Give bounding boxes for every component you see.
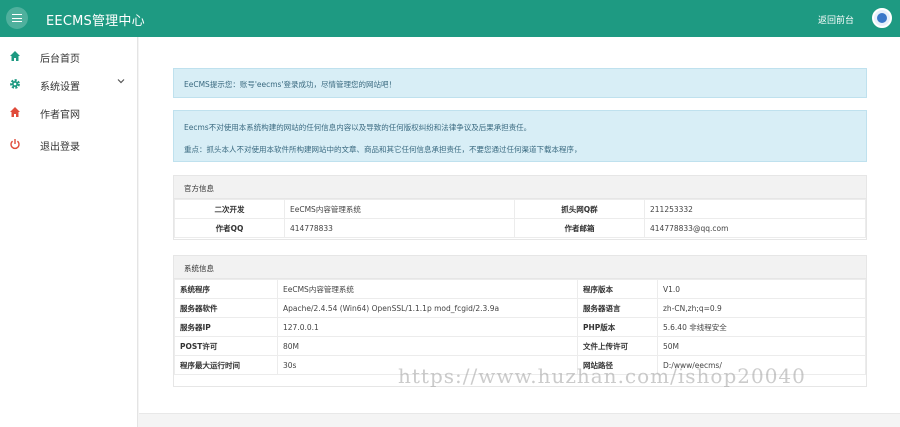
gear-icon [9,78,21,90]
sidebar-item-label: 系统设置 [40,82,80,93]
table-value: 414778833 [284,218,515,238]
sidebar-item-label: 后台首页 [40,54,80,65]
table-key: 服务器语言 [577,298,658,318]
menu-toggle-button[interactable] [6,7,28,29]
table-value: 414778833@qq.com [644,218,866,238]
app-title: EECMS管理中心 [46,14,145,29]
panel-title: 系统信息 [174,256,866,279]
system-info-table: 系统程序 EeCMS内容管理系统 程序版本 V1.0 服务器软件 Apache/… [174,279,866,375]
table-row: 服务器IP 127.0.0.1 PHP版本 5.6.40 非线程安全 [174,317,866,337]
disclaimer-line: 重点：抓头本人不对使用本软件所构建网站中的文章、商品和其它任何信息承担责任，不要… [184,145,582,154]
table-value: V1.0 [657,279,866,299]
table-value: 211253332 [644,199,866,219]
table-key: 服务器IP [174,317,278,337]
sidebar-item-author-site[interactable]: 作者官网 [0,102,138,122]
table-row: 系统程序 EeCMS内容管理系统 程序版本 V1.0 [174,279,866,299]
table-row: POST许可 80M 文件上传许可 50M [174,336,866,356]
avatar[interactable] [872,8,892,28]
home-icon [9,50,21,62]
table-value: EeCMS内容管理系统 [284,199,515,219]
official-info-table: 二次开发 EeCMS内容管理系统 抓头网Q群 211253332 作者QQ 41… [174,199,866,238]
panel-title: 官方信息 [174,176,866,199]
table-value: EeCMS内容管理系统 [277,279,578,299]
table-key: 程序版本 [577,279,658,299]
welcome-alert: EeCMS提示您：账号'eecms'登录成功，尽情管理您的网站吧！ [173,68,867,98]
table-key: 文件上传许可 [577,336,658,356]
sidebar-item-label: 退出登录 [40,142,80,153]
table-value: 80M [277,336,578,356]
top-bar: EECMS管理中心 返回前台 [0,0,900,37]
table-key: 抓头网Q群 [514,199,645,219]
table-value: Apache/2.4.54 (Win64) OpenSSL/1.1.1p mod… [277,298,578,318]
sidebar: 后台首页 系统设置 作者官网 退出登录 [0,37,138,427]
table-key: 二次开发 [174,199,285,219]
sidebar-item-dashboard[interactable]: 后台首页 [0,46,138,66]
chevron-down-icon [117,77,125,87]
watermark-text: https://www.huzhan.com/ishop20040 [398,364,806,388]
sidebar-item-logout[interactable]: 退出登录 [0,134,138,154]
sidebar-item-label: 作者官网 [40,110,80,121]
table-key: 作者QQ [174,218,285,238]
power-icon [9,138,21,150]
table-row: 二次开发 EeCMS内容管理系统 抓头网Q群 211253332 [174,199,866,219]
table-value: 5.6.40 非线程安全 [657,317,866,337]
table-row: 作者QQ 414778833 作者邮箱 414778833@qq.com [174,218,866,238]
table-key: POST许可 [174,336,278,356]
table-key: 作者邮箱 [514,218,645,238]
disclaimer-line: Eecms不对使用本系统构建的网站的任何信息内容以及导致的任何版权纠纷和法律争议… [184,123,532,132]
table-value: 50M [657,336,866,356]
footer [139,413,900,427]
back-to-frontend-link[interactable]: 返回前台 [818,13,854,26]
table-key: 系统程序 [174,279,278,299]
disclaimer-alert: Eecms不对使用本系统构建的网站的任何信息内容以及导致的任何版权纠纷和法律争议… [173,110,867,162]
table-key: 服务器软件 [174,298,278,318]
official-info-panel: 官方信息 二次开发 EeCMS内容管理系统 抓头网Q群 211253332 作者… [173,175,867,240]
main-content: EeCMS提示您：账号'eecms'登录成功，尽情管理您的网站吧！ Eecms不… [139,37,900,413]
table-key: PHP版本 [577,317,658,337]
table-row: 服务器软件 Apache/2.4.54 (Win64) OpenSSL/1.1.… [174,298,866,318]
sidebar-item-settings[interactable]: 系统设置 [0,74,138,94]
table-key: 程序最大运行时间 [174,355,278,375]
home-icon [9,106,21,118]
table-value: zh-CN,zh;q=0.9 [657,298,866,318]
table-value: 127.0.0.1 [277,317,578,337]
hamburger-icon [12,14,22,22]
welcome-message: EeCMS提示您：账号'eecms'登录成功，尽情管理您的网站吧！ [184,80,397,89]
